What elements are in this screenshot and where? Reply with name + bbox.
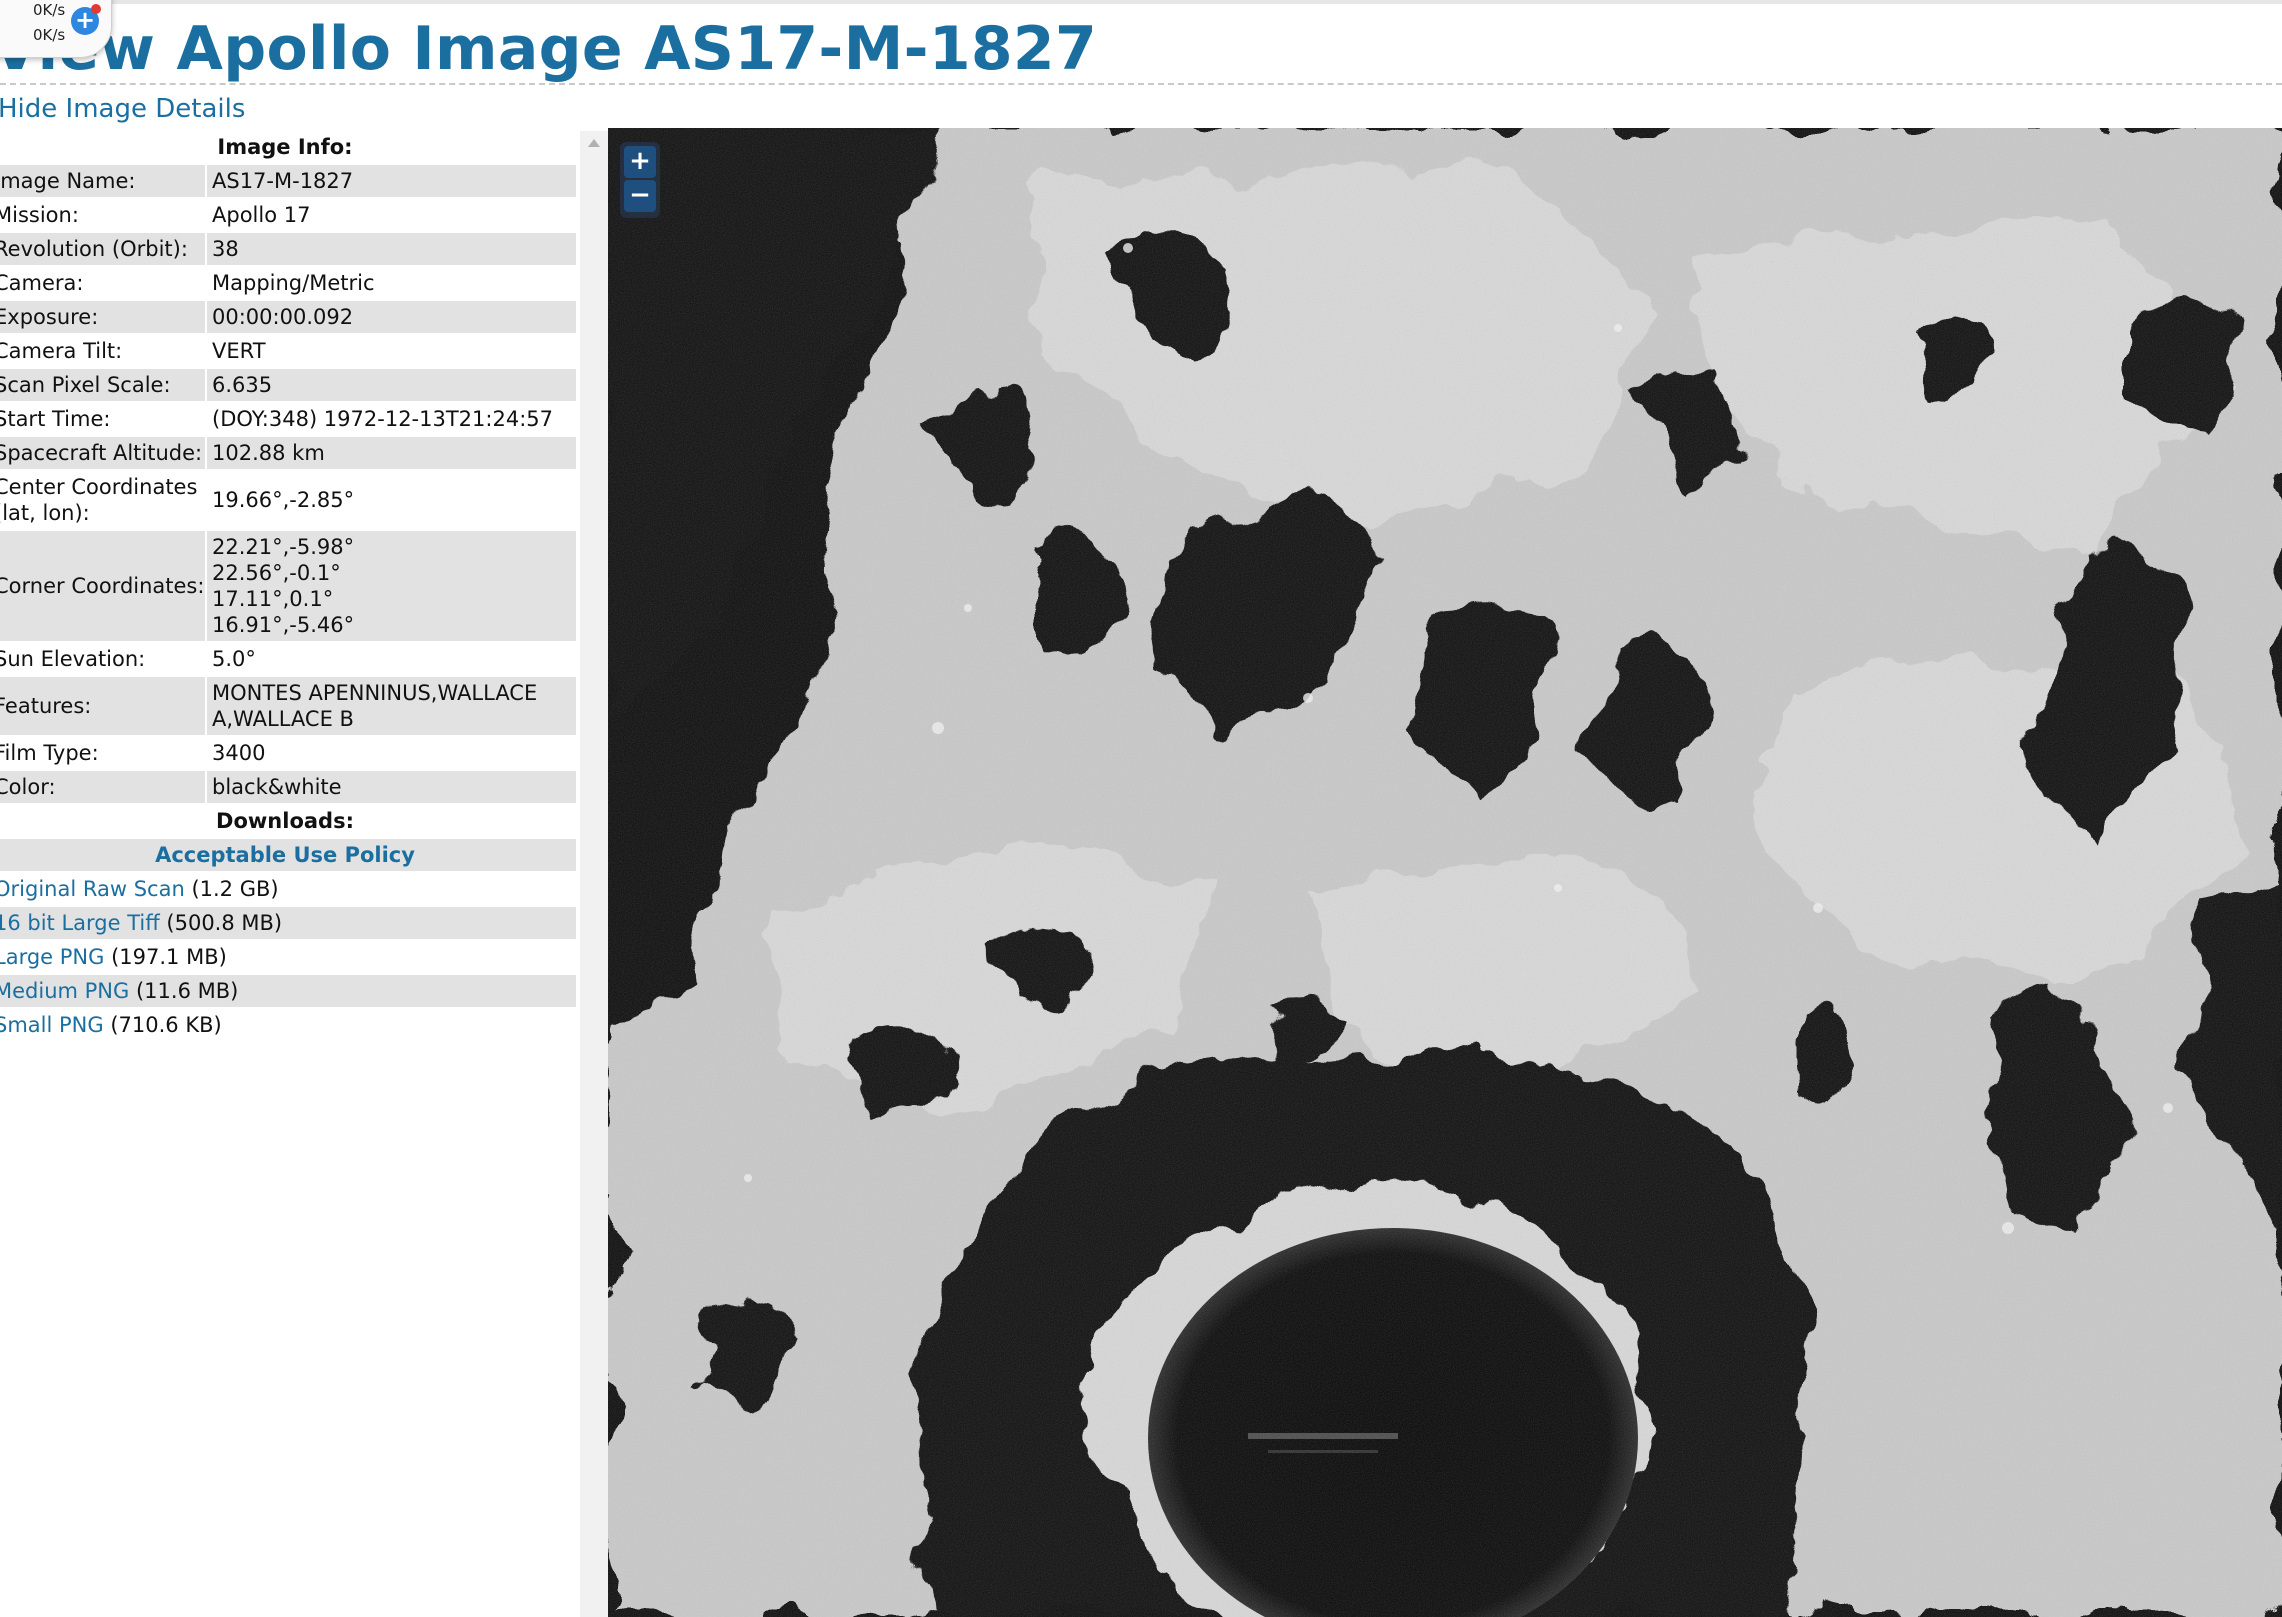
acceptable-use-policy-link[interactable]: Acceptable Use Policy (0, 839, 576, 873)
info-value: black&white (212, 775, 342, 799)
image-details-panel: Image Info: Image Name: AS17-M-1827 Miss… (0, 131, 576, 1043)
top-border (0, 0, 2282, 4)
info-value: 38 (212, 237, 239, 261)
download-large-png-link[interactable]: Large PNG (0, 945, 104, 969)
zoom-in-button[interactable]: + (624, 146, 656, 178)
feature-line: MONTES APENNINUS,WALLACE (212, 681, 538, 705)
info-label: Film Type: (0, 737, 207, 769)
info-label: Features: (0, 677, 207, 735)
info-value: MONTES APENNINUS,WALLACE A,WALLACE B (207, 677, 576, 735)
info-label: Spacecraft Altitude: (0, 437, 207, 469)
info-label: Corner Coordinates: (0, 531, 207, 641)
info-label: Camera Tilt: (0, 335, 207, 367)
info-label-line: Center Coordinates (0, 475, 198, 499)
download-original-raw-scan-link[interactable]: Original Raw Scan (0, 877, 185, 901)
info-row-center-coordinates: Center Coordinates (lat, lon): 19.66°,-2… (0, 471, 576, 531)
corner-coordinate: 22.56°,-0.1° (212, 561, 341, 585)
info-row-mission: Mission: Apollo 17 (0, 199, 576, 233)
info-value: Mapping/Metric (212, 271, 375, 295)
corner-coordinate: 17.11°,0.1° (212, 587, 334, 611)
info-row-revolution: Revolution (Orbit): 38 (0, 233, 576, 267)
info-label: Color: (0, 771, 207, 803)
file-size: (197.1 MB) (111, 945, 227, 969)
title-divider (0, 83, 2282, 85)
download-medium-png-link[interactable]: Medium PNG (0, 979, 129, 1003)
info-row-spacecraft-altitude: Spacecraft Altitude: 102.88 km (0, 437, 576, 471)
info-label: Camera: (0, 267, 207, 299)
info-value: Apollo 17 (212, 203, 311, 227)
info-value: 22.21°,-5.98° 22.56°,-0.1° 17.11°,0.1° 1… (207, 531, 576, 641)
info-label: Exposure: (0, 301, 207, 333)
download-row: Medium PNG (11.6 MB) (0, 975, 576, 1009)
file-size: (11.6 MB) (135, 979, 239, 1003)
notification-dot-icon (91, 4, 101, 14)
download-small-png-link[interactable]: Small PNG (0, 1013, 104, 1037)
info-value: VERT (212, 339, 266, 363)
info-value: 19.66°,-2.85° (212, 488, 355, 512)
info-row-features: Features: MONTES APENNINUS,WALLACE A,WAL… (0, 677, 576, 737)
info-row-color: Color: black&white (0, 771, 576, 805)
corner-coordinate: 22.21°,-5.98° (212, 535, 355, 559)
download-16bit-tiff-link[interactable]: 16 bit Large Tiff (0, 911, 160, 935)
info-row-film-type: Film Type: 3400 (0, 737, 576, 771)
info-label: Start Time: (0, 403, 207, 435)
info-row-image-name: Image Name: AS17-M-1827 (0, 165, 576, 199)
image-viewer[interactable] (608, 128, 2282, 1617)
feature-line: A,WALLACE B (212, 707, 354, 731)
info-row-scan-pixel-scale: Scan Pixel Scale: 6.635 (0, 369, 576, 403)
network-speed-widget[interactable]: 0K/s 0K/s + (0, 0, 112, 58)
download-speed: 0K/s (33, 26, 66, 44)
info-label: Mission: (0, 199, 207, 231)
page-title: View Apollo Image AS17-M-1827 (0, 14, 1098, 84)
info-row-exposure: Exposure: 00:00:00.092 (0, 301, 576, 335)
info-label: Scan Pixel Scale: (0, 369, 207, 401)
upload-speed: 0K/s (33, 1, 66, 19)
info-value: 00:00:00.092 (212, 305, 354, 329)
file-size: (710.6 KB) (110, 1013, 222, 1037)
info-label: Image Name: (0, 165, 207, 197)
info-row-start-time: Start Time: (DOY:348) 1972-12-13T21:24:5… (0, 403, 576, 437)
scroll-up-arrow-icon[interactable] (588, 139, 600, 147)
hide-details-link[interactable]: Hide Image Details (0, 94, 245, 124)
download-row: 16 bit Large Tiff (500.8 MB) (0, 907, 576, 941)
downloads-heading: Downloads: (0, 805, 576, 839)
download-row: Small PNG (710.6 KB) (0, 1009, 576, 1043)
info-label: Center Coordinates (lat, lon): (0, 471, 207, 529)
info-value: 6.635 (212, 373, 273, 397)
lunar-surface-photo (608, 128, 2282, 1617)
info-value: 102.88 km (212, 441, 325, 465)
file-size: (1.2 GB) (191, 877, 279, 901)
info-label: Revolution (Orbit): (0, 233, 207, 265)
info-row-corner-coordinates: Corner Coordinates: 22.21°,-5.98° 22.56°… (0, 531, 576, 643)
zoom-out-button[interactable]: − (624, 180, 656, 212)
info-row-sun-elevation: Sun Elevation: 5.0° (0, 643, 576, 677)
info-value: (DOY:348) 1972-12-13T21:24:57 (212, 407, 553, 431)
download-row: Original Raw Scan (1.2 GB) (0, 873, 576, 907)
info-value: AS17-M-1827 (212, 169, 354, 193)
info-value: 5.0° (212, 647, 256, 671)
details-scrollbar[interactable] (580, 131, 608, 1617)
info-row-camera-tilt: Camera Tilt: VERT (0, 335, 576, 369)
corner-coordinate: 16.91°,-5.46° (212, 613, 355, 637)
info-value: 3400 (212, 741, 266, 765)
info-label: Sun Elevation: (0, 643, 207, 675)
image-info-heading: Image Info: (0, 131, 576, 165)
info-label-line: (lat, lon): (0, 501, 90, 525)
download-row: Large PNG (197.1 MB) (0, 941, 576, 975)
file-size: (500.8 MB) (166, 911, 283, 935)
info-row-camera: Camera: Mapping/Metric (0, 267, 576, 301)
zoom-controls: + − (620, 142, 660, 218)
